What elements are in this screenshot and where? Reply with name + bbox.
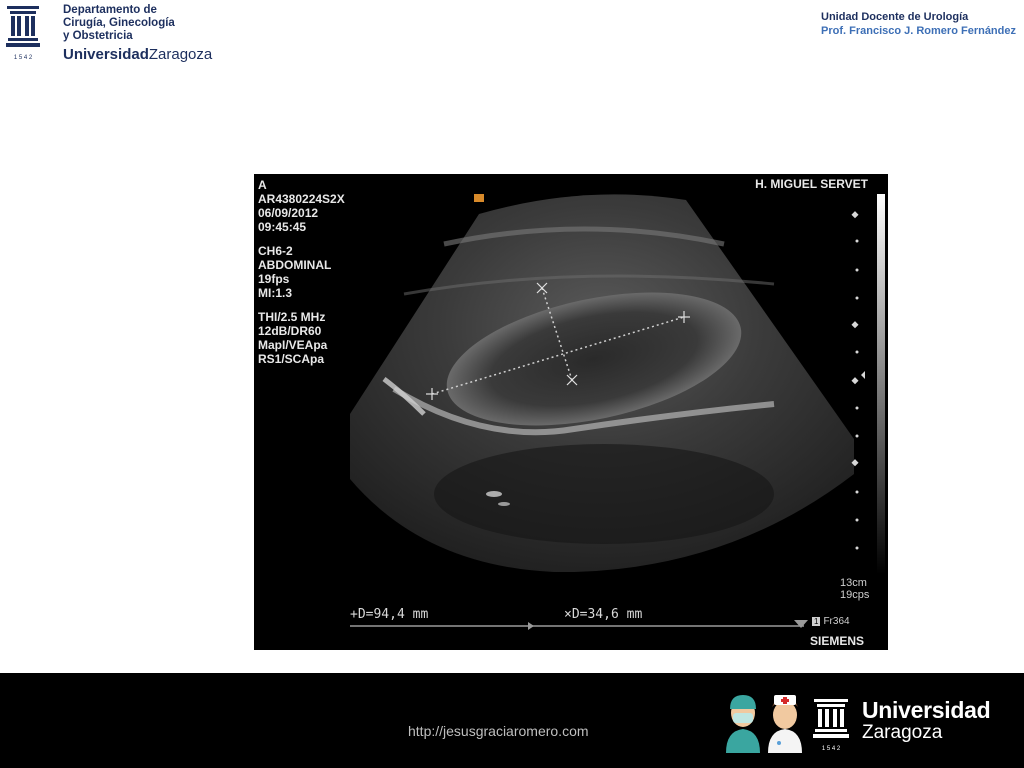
ultrasound-scan [254, 174, 885, 650]
cps-label: 19cps [840, 589, 870, 601]
university-crest-icon: 1 5 4 2 [813, 699, 849, 752]
scan-info-panel: A AR4380224S2X 06/09/2012 09:45:45 CH6-2… [258, 178, 345, 376]
probe-label: CH6-2 [258, 244, 293, 258]
frame-counter: 1 Fr364 [812, 616, 850, 627]
measurement-length: +D=94,4 mm [350, 607, 429, 622]
patient-name: A [258, 178, 267, 192]
dept-university-name: UniversidadZaragoza [63, 46, 212, 64]
scan-time: 09:45:45 [258, 220, 307, 234]
unidad-title: Unidad Docente de Urología [821, 11, 969, 23]
mi-label: MI:1.3 [258, 286, 293, 300]
measurement-width: ×D=34,6 mm [564, 607, 643, 622]
nurse-avatar-icon [768, 695, 802, 753]
unidad-professor: Prof. Francisco J. Romero Fernández [821, 25, 1016, 37]
depth-label: 13cm [840, 577, 867, 589]
surgeon-avatar-icon [726, 695, 760, 753]
department-name: Departamento de Cirugía, Ginecología y O… [63, 4, 212, 64]
dept-line-2: Cirugía, Ginecología [63, 17, 175, 29]
crest-year: 1 5 4 2 [14, 55, 33, 61]
dept-univ-rest: Zaragoza [148, 46, 213, 63]
frame-box: 1 [812, 617, 821, 626]
website-link[interactable]: http://jesusgraciaromero.com [408, 723, 589, 739]
header: 1 5 4 2 Departamento de Cirugía, Ginecol… [0, 0, 1024, 70]
footer-univ-line2: Zaragoza [862, 722, 943, 743]
footer-crest-year: 1 5 4 2 [822, 746, 841, 752]
depth-info: 13cm 19cps [840, 577, 869, 601]
ultrasound-image: A AR4380224S2X 06/09/2012 09:45:45 CH6-2… [254, 174, 888, 650]
footer-university-logo: Universidad Zaragoza [862, 697, 991, 743]
footer: http://jesusgraciaromero.com 1 5 4 2 Uni… [0, 673, 1024, 768]
grayscale-bar [877, 194, 885, 574]
gain-label: 12dB/DR60 [258, 324, 322, 338]
dept-line-3: y Obstetricia [63, 30, 133, 42]
dept-univ-bold: Universidad [63, 46, 149, 63]
university-crest-icon: 1 5 4 2 [6, 6, 40, 61]
fps-label: 19fps [258, 272, 290, 286]
manufacturer-label: SIEMENS [810, 634, 865, 648]
thi-label: THI/2.5 MHz [258, 310, 326, 324]
scan-date: 06/09/2012 [258, 206, 319, 220]
map-label: MapI/VEApa [258, 338, 328, 352]
dept-line-1: Departamento de [63, 4, 157, 16]
frame-label: Fr364 [823, 616, 850, 627]
patient-id: AR4380224S2X [258, 192, 345, 206]
preset-label: ABDOMINAL [258, 258, 332, 272]
hospital-name: H. MIGUEL SERVET [755, 177, 868, 191]
rs-label: RS1/SCApa [258, 352, 325, 366]
unidad-docente: Unidad Docente de Urología Prof. Francis… [821, 10, 1016, 38]
footer-univ-line1: Universidad [862, 697, 991, 723]
